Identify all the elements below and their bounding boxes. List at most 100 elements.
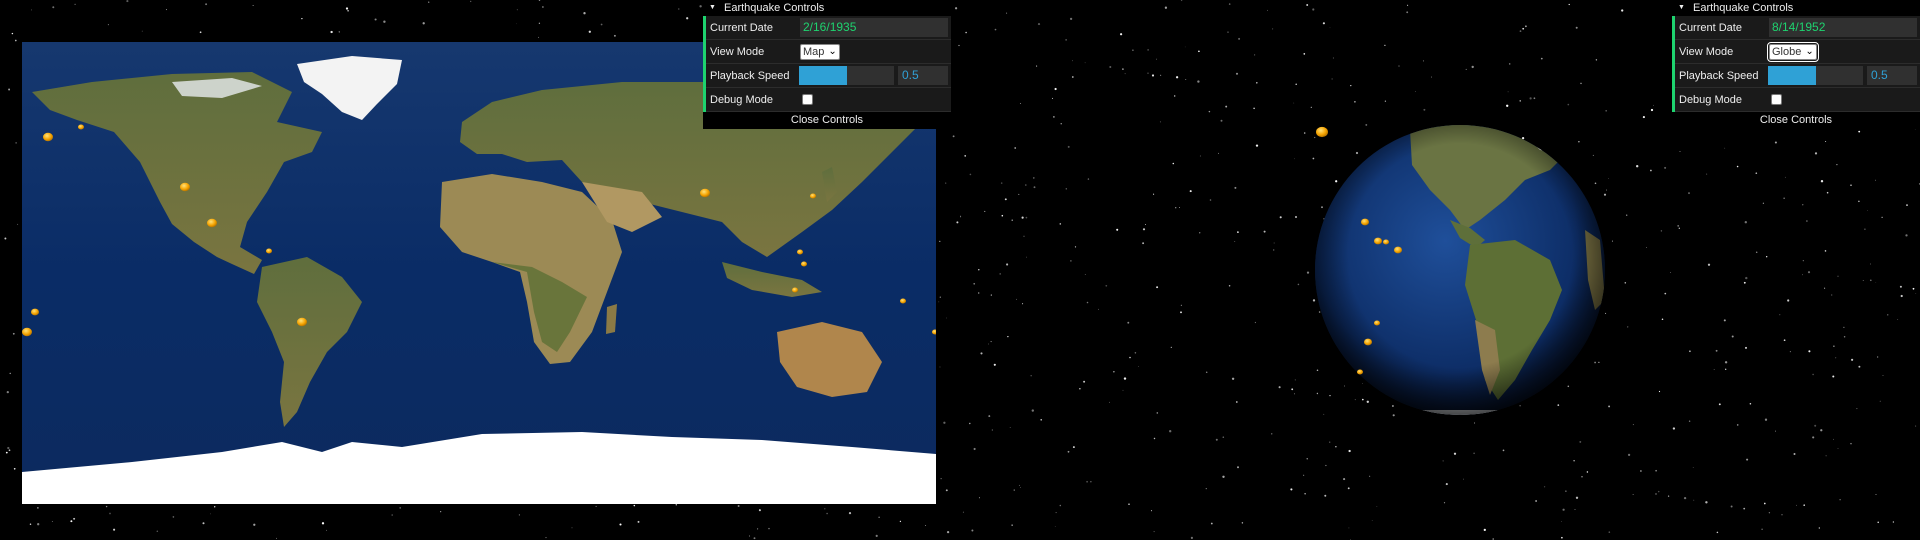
star xyxy=(105,505,108,508)
star xyxy=(1142,242,1145,245)
playback-speed-slider[interactable] xyxy=(799,66,894,85)
star xyxy=(1384,44,1386,47)
star xyxy=(1812,436,1815,439)
star xyxy=(1706,173,1708,175)
star xyxy=(1743,281,1746,284)
earthquake-marker xyxy=(1394,246,1402,254)
star xyxy=(1912,287,1915,290)
controls-title-bar[interactable]: ▼ Earthquake Controls xyxy=(1672,0,1920,16)
star xyxy=(969,173,972,176)
star xyxy=(1716,531,1719,534)
playback-speed-row: Playback Speed 0.5 xyxy=(1675,64,1920,88)
star xyxy=(538,22,541,24)
star xyxy=(1796,504,1797,506)
star xyxy=(637,520,640,523)
view-mode-value: Map xyxy=(803,45,825,58)
playback-speed-input[interactable]: 0.5 xyxy=(898,66,948,85)
star xyxy=(1725,368,1727,370)
earthquake-marker xyxy=(810,193,816,199)
globe-view-pane: ▼ Earthquake Controls Current Date 8/14/… xyxy=(960,0,1920,540)
star xyxy=(1430,76,1432,78)
star xyxy=(1730,505,1733,508)
star xyxy=(516,23,517,25)
star xyxy=(1833,438,1834,440)
star xyxy=(1324,494,1327,497)
star xyxy=(1147,49,1149,51)
star xyxy=(37,523,40,526)
earth-globe[interactable] xyxy=(1300,110,1620,430)
triangle-down-icon: ▼ xyxy=(1678,4,1685,12)
star xyxy=(14,39,17,42)
star xyxy=(1565,490,1567,492)
star xyxy=(1678,227,1680,229)
star xyxy=(156,530,159,532)
debug-mode-checkbox[interactable] xyxy=(1771,94,1782,105)
star xyxy=(1803,504,1805,506)
close-controls-button[interactable]: Close Controls xyxy=(1672,112,1920,129)
star xyxy=(52,6,55,9)
star xyxy=(1483,528,1486,532)
star xyxy=(253,523,256,526)
current-date-field[interactable]: 8/14/1952 xyxy=(1769,18,1917,37)
star xyxy=(1354,100,1356,103)
playback-speed-label: Playback Speed xyxy=(710,69,790,82)
star xyxy=(1843,326,1845,329)
star xyxy=(1398,65,1400,67)
chevron-down-icon: ⌄ xyxy=(1805,46,1814,57)
star xyxy=(1508,63,1511,65)
playback-speed-input[interactable]: 0.5 xyxy=(1867,66,1917,85)
controls-rows: Current Date 2/16/1935 View Mode Map ⌄ P… xyxy=(703,16,951,112)
star xyxy=(1000,182,1003,184)
playback-speed-fill xyxy=(799,66,847,85)
star xyxy=(1030,375,1032,377)
star xyxy=(1784,176,1786,178)
star xyxy=(13,467,16,470)
star xyxy=(757,528,759,530)
star xyxy=(1575,496,1579,499)
view-mode-label: View Mode xyxy=(710,45,765,58)
star xyxy=(1660,230,1663,232)
controls-title-bar[interactable]: ▼ Earthquake Controls xyxy=(703,0,951,16)
earthquake-marker xyxy=(900,298,906,304)
star xyxy=(1632,424,1634,426)
star xyxy=(470,0,472,3)
star xyxy=(1766,256,1768,258)
star xyxy=(619,523,622,526)
star xyxy=(1869,279,1872,282)
star xyxy=(1407,4,1409,6)
view-mode-select[interactable]: Map ⌄ xyxy=(800,43,840,60)
star xyxy=(954,7,958,10)
debug-mode-checkbox[interactable] xyxy=(802,94,813,105)
debug-mode-label: Debug Mode xyxy=(710,93,773,106)
star xyxy=(1866,210,1868,211)
star xyxy=(1291,388,1294,391)
star xyxy=(1022,303,1024,305)
current-date-field[interactable]: 2/16/1935 xyxy=(800,18,948,37)
star xyxy=(1218,152,1219,154)
star xyxy=(276,537,277,539)
close-controls-button[interactable]: Close Controls xyxy=(703,112,951,129)
star xyxy=(1119,33,1123,36)
star xyxy=(600,23,603,26)
star xyxy=(1235,401,1238,403)
star xyxy=(1009,426,1011,428)
star xyxy=(1209,199,1212,201)
star xyxy=(1677,225,1680,227)
star xyxy=(1348,449,1351,453)
star xyxy=(542,6,544,8)
star xyxy=(1761,528,1763,530)
current-date-label: Current Date xyxy=(1679,21,1742,34)
star xyxy=(1059,504,1062,507)
star xyxy=(74,3,76,6)
playback-speed-slider[interactable] xyxy=(1768,66,1863,85)
star xyxy=(971,529,974,532)
view-mode-select[interactable]: Globe ⌄ xyxy=(1767,41,1819,62)
star xyxy=(1745,276,1748,280)
star xyxy=(1626,214,1628,216)
star xyxy=(1802,260,1804,262)
star xyxy=(1837,275,1839,277)
current-date-row: Current Date 8/14/1952 xyxy=(1675,16,1920,40)
star xyxy=(1507,91,1509,93)
star xyxy=(753,537,756,540)
star xyxy=(1070,260,1072,262)
